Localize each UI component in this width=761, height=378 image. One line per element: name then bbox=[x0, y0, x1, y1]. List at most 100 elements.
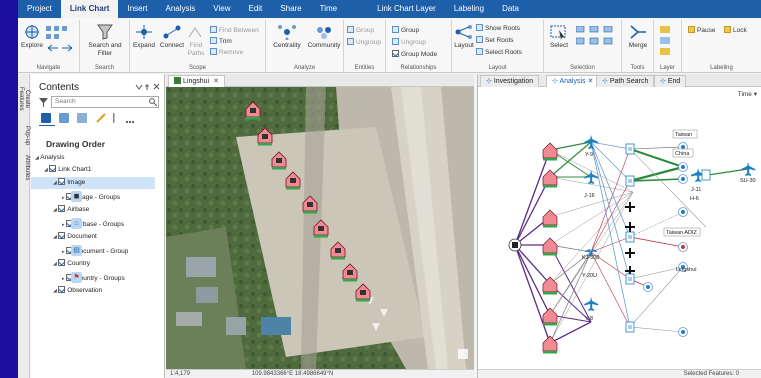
lock-labels-button[interactable]: Lock bbox=[724, 26, 747, 35]
airbase-node[interactable] bbox=[678, 174, 688, 184]
image-marker[interactable] bbox=[271, 151, 287, 170]
airbase-node[interactable] bbox=[678, 162, 688, 172]
select-button[interactable]: Select bbox=[548, 24, 570, 50]
image-marker[interactable] bbox=[330, 241, 346, 260]
relationship-line[interactable] bbox=[549, 251, 592, 344]
airbase-node[interactable] bbox=[678, 327, 688, 337]
tree-item-analysis[interactable]: ◢ Analysis bbox=[31, 152, 64, 164]
tree-item-country[interactable]: ◢ Country bbox=[31, 258, 90, 270]
relationship-line[interactable] bbox=[629, 146, 684, 150]
visibility-checkbox[interactable] bbox=[49, 165, 57, 172]
contents-toolbar[interactable] bbox=[39, 112, 155, 126]
find-paths-button[interactable]: Find Paths bbox=[186, 24, 206, 58]
chart-tab-analysis[interactable]: ⊹ Analysis ✕ bbox=[546, 75, 600, 87]
map-tab[interactable]: Lingshui ✕ bbox=[168, 75, 225, 87]
tree-item-observation[interactable]: ◢ Observation bbox=[31, 285, 102, 297]
find-between-button[interactable]: Find Between bbox=[210, 26, 259, 35]
document-node[interactable] bbox=[701, 169, 711, 181]
popup-tab[interactable]: Pop-up bbox=[18, 124, 30, 148]
ribbon-tab-edit[interactable]: Edit bbox=[239, 0, 271, 18]
centrality-button[interactable]: Centrality bbox=[269, 24, 305, 50]
visibility-checkbox[interactable] bbox=[58, 259, 66, 266]
image-marker[interactable] bbox=[313, 219, 329, 238]
community-button[interactable]: Community bbox=[306, 24, 342, 50]
ribbon-tab-insert[interactable]: Insert bbox=[118, 0, 156, 18]
explore-button[interactable]: Explore bbox=[21, 24, 43, 50]
image-marker[interactable] bbox=[285, 171, 301, 190]
entities-group-button[interactable]: Group bbox=[347, 26, 374, 35]
ribbon-tab-time[interactable]: Time bbox=[311, 0, 346, 18]
aircraft-su30-node[interactable] bbox=[741, 162, 756, 176]
relationship-line[interactable] bbox=[629, 236, 684, 248]
chart-tab-investigation[interactable]: ⊹ Investigation bbox=[480, 75, 540, 87]
ribbon-tab-share[interactable]: Share bbox=[271, 0, 310, 18]
relationship-line[interactable] bbox=[590, 141, 631, 238]
image-marker[interactable] bbox=[302, 195, 318, 214]
visibility-checkbox[interactable] bbox=[58, 286, 66, 293]
relationship-line[interactable] bbox=[590, 148, 631, 253]
relationship-line[interactable] bbox=[590, 141, 631, 328]
tree-item-document[interactable]: ◢ Document bbox=[31, 231, 97, 243]
ribbon-tab-analysis[interactable]: Analysis bbox=[156, 0, 204, 18]
airbase-node[interactable] bbox=[643, 282, 653, 292]
trim-button[interactable]: Trim bbox=[210, 37, 232, 46]
close-icon[interactable]: ✕ bbox=[213, 78, 219, 85]
chart-tab-end[interactable]: ⊹ End bbox=[654, 75, 687, 87]
relationship-line[interactable] bbox=[549, 191, 634, 285]
layout-button[interactable]: Layout bbox=[454, 24, 474, 50]
relationship-line[interactable] bbox=[590, 251, 631, 328]
merge-button[interactable]: Merge bbox=[625, 24, 651, 50]
ribbon-tab-link-chart[interactable]: Link Chart bbox=[60, 0, 119, 18]
visibility-checkbox[interactable] bbox=[58, 232, 66, 239]
ribbon-tab-link-chart-layer[interactable]: Link Chart Layer bbox=[368, 0, 445, 18]
unknown-aircraft-node[interactable] bbox=[625, 222, 635, 232]
aircraft-y8-node[interactable] bbox=[584, 297, 599, 311]
group-mode-checkbox[interactable]: Group Mode bbox=[392, 50, 437, 59]
expand-button[interactable]: Expand bbox=[132, 24, 156, 50]
entities-ungroup-button[interactable]: Ungroup bbox=[347, 38, 381, 47]
image-node[interactable] bbox=[542, 276, 558, 295]
chart-tab-path-search[interactable]: ⊹ Path Search bbox=[596, 75, 655, 87]
relationships-ungroup-button[interactable]: Ungroup bbox=[392, 38, 426, 47]
map-scale[interactable]: 1:4,179 bbox=[170, 371, 190, 377]
relationship-line[interactable] bbox=[629, 326, 684, 333]
contents-search-input[interactable]: Search bbox=[51, 96, 159, 108]
airbase-node[interactable] bbox=[678, 207, 688, 217]
remove-button[interactable]: Remove bbox=[210, 48, 243, 57]
image-node[interactable] bbox=[542, 335, 558, 354]
unknown-aircraft-node[interactable] bbox=[625, 248, 635, 258]
ribbon-tab-project[interactable]: Project bbox=[18, 0, 61, 18]
group-mode-check[interactable] bbox=[392, 50, 399, 57]
link-chart-canvas[interactable]: Taiwan China Taiwan ADIZ Lingshui Y-9 J-16 J-1… bbox=[478, 87, 761, 369]
selection-tools-icon[interactable] bbox=[576, 26, 616, 56]
attributes-tab[interactable]: Attributes bbox=[18, 152, 30, 184]
relationship-line[interactable] bbox=[590, 236, 631, 253]
document-node[interactable] bbox=[625, 175, 635, 187]
connect-button[interactable]: Connect bbox=[158, 24, 186, 50]
document-node[interactable] bbox=[625, 231, 635, 243]
pane-controls-icon[interactable] bbox=[135, 83, 161, 91]
relationship-line[interactable] bbox=[549, 191, 634, 246]
ribbon-tab-data[interactable]: Data bbox=[493, 0, 528, 18]
image-node[interactable] bbox=[542, 209, 558, 228]
image-marker[interactable] bbox=[355, 283, 371, 302]
layer-tools-icon[interactable] bbox=[660, 26, 676, 56]
image-marker[interactable] bbox=[245, 101, 261, 120]
search-icon[interactable] bbox=[149, 98, 157, 106]
pause-labels-button[interactable]: Pause bbox=[688, 26, 715, 35]
visibility-checkbox[interactable] bbox=[58, 205, 66, 212]
relationship-line[interactable] bbox=[629, 266, 684, 328]
ribbon-tab-labeling[interactable]: Labeling bbox=[445, 0, 493, 18]
close-icon[interactable]: ✕ bbox=[586, 78, 593, 85]
search-filter-button[interactable]: Search and Filter bbox=[86, 24, 124, 58]
taiwan-adiz-node[interactable] bbox=[678, 242, 688, 252]
tree-item-link-chart1[interactable]: ◢ Link Chart1 bbox=[31, 164, 91, 176]
image-node[interactable] bbox=[542, 237, 558, 256]
filter-icon[interactable] bbox=[39, 98, 48, 107]
relationship-line[interactable] bbox=[590, 180, 631, 253]
aircraft-j16-node[interactable] bbox=[584, 170, 599, 184]
document-node[interactable] bbox=[625, 321, 635, 333]
image-marker[interactable] bbox=[342, 263, 358, 282]
document-node[interactable] bbox=[625, 273, 635, 285]
relationships-group-button[interactable]: Group bbox=[392, 26, 419, 35]
